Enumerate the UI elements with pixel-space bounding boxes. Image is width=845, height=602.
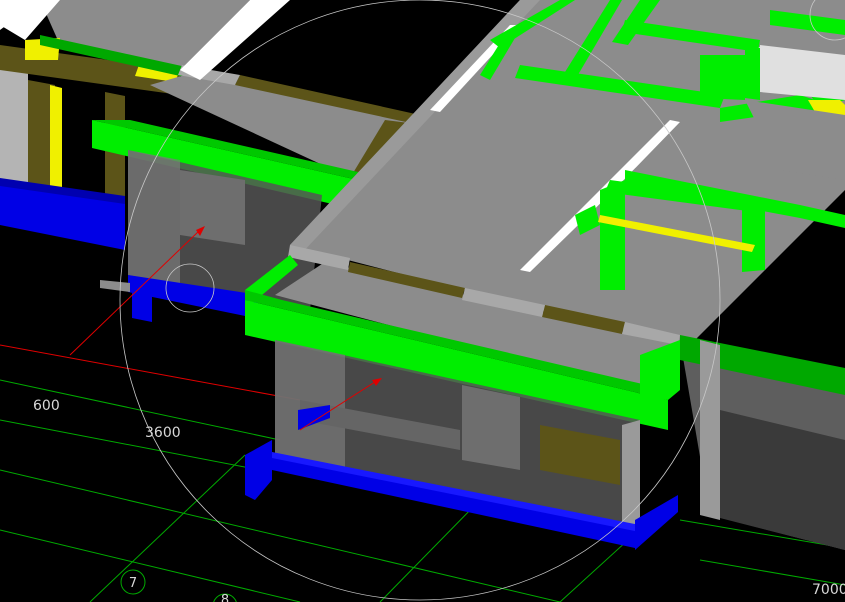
dimension-label-3600: 3600 [145,425,181,441]
unit1-box-wall [128,150,180,285]
3d-model-viewport[interactable]: 600 3600 7000 7 8 [0,0,845,602]
right-wall-post [700,340,720,520]
grid-axis-label: 7 [129,576,137,591]
grid-axis-bubble-7[interactable]: 7 [120,569,146,595]
dimension-label-7000: 7000 [812,582,845,598]
unit1-blue-column [132,285,152,322]
yellow-post-left [50,85,62,200]
grid-axis-label: 8 [221,593,229,602]
unit1-box-inner [180,170,245,245]
dimension-label-600: 600 [33,398,60,414]
unit2-inner-block [462,385,520,470]
